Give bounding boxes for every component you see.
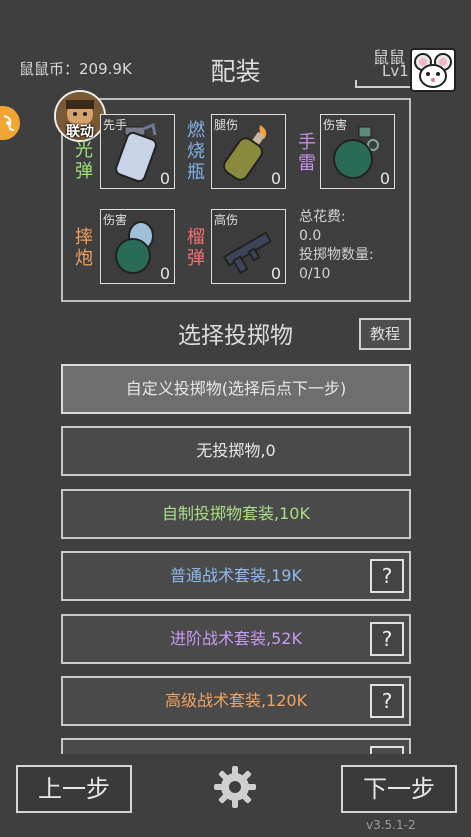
snapper-icon <box>115 221 154 274</box>
slot-label-grenade: 手雷 <box>296 132 318 174</box>
tutorial-button[interactable]: 教程 <box>359 318 411 350</box>
option-homemade-kit[interactable]: 自制投掷物套装,10K <box>61 489 411 539</box>
option-label: 自制投掷物套装,10K <box>162 504 310 523</box>
slot-hand-grenade[interactable]: 伤害 0 <box>320 114 395 189</box>
swirl-icon <box>3 115 15 131</box>
grenade-launcher-icon <box>222 231 273 275</box>
option-advanced-kit[interactable]: 进阶战术套装,52K ? <box>61 614 411 664</box>
help-button[interactable]: ? <box>370 684 404 718</box>
throwable-count-label: 投掷物数量: <box>299 247 374 263</box>
slot-name-text: 光弹 <box>75 140 93 182</box>
user-level: Lv1 <box>382 62 409 80</box>
option-label: 无投掷物,0 <box>196 441 276 460</box>
slot-name-text: 燃烧瓶 <box>187 120 205 183</box>
slot-grenade-launcher[interactable]: 高伤 0 <box>211 209 286 284</box>
slot-snapper[interactable]: 伤害 0 <box>100 209 175 284</box>
option-label: 普通战术套装,19K <box>170 566 302 585</box>
slot-label-snapper: 摔炮 <box>73 227 95 269</box>
option-normal-kit[interactable]: 普通战术套装,19K ? <box>61 551 411 601</box>
slot-count: 0 <box>270 264 281 283</box>
help-button[interactable]: ? <box>370 559 404 593</box>
mouse-avatar-icon <box>414 53 452 88</box>
collab-badge-label: 联动 <box>66 124 94 140</box>
option-custom[interactable]: 自定义投掷物(选择后点下一步) <box>61 364 411 414</box>
option-label: 进阶战术套装,52K <box>170 629 302 648</box>
molotov-icon <box>223 125 267 181</box>
gear-icon <box>214 766 256 808</box>
slot-molotov[interactable]: 腿伤 0 <box>211 114 286 189</box>
slot-count: 0 <box>159 169 170 188</box>
loadout-summary: 总花费: 0.0 投掷物数量: 0/10 <box>299 208 374 284</box>
help-button-partial <box>370 746 404 754</box>
option-elite-kit[interactable]: 高级战术套装,120K ? <box>61 676 411 726</box>
slot-count: 0 <box>270 169 281 188</box>
version-label: v3.5.1-2 <box>366 818 416 832</box>
hand-grenade-icon <box>333 126 379 179</box>
throwable-count-value: 0/10 <box>299 266 331 282</box>
total-cost-value: 0.0 <box>299 228 322 244</box>
slot-label-launcher: 榴弹 <box>185 227 207 269</box>
help-button[interactable]: ? <box>370 622 404 656</box>
slot-count: 0 <box>159 264 170 283</box>
option-label: 自定义投掷物(选择后点下一步) <box>125 379 347 398</box>
option-label: 高级战术套装,120K <box>164 691 308 710</box>
level-underline <box>355 80 412 88</box>
slot-name-text: 榴弹 <box>187 227 205 269</box>
settings-button[interactable] <box>212 764 258 810</box>
slot-flash-grenade[interactable]: 先手 0 <box>100 114 175 189</box>
slot-name-text: 摔炮 <box>75 227 93 269</box>
avatar[interactable] <box>410 48 456 92</box>
total-cost-label: 总花费: <box>299 209 346 225</box>
option-none[interactable]: 无投掷物,0 <box>61 426 411 476</box>
slot-label-flash: 光弹 <box>73 140 95 182</box>
slot-name-text: 手雷 <box>298 132 316 174</box>
prev-step-button[interactable]: 上一步 <box>16 765 132 813</box>
slot-count: 0 <box>379 169 390 188</box>
next-step-button[interactable]: 下一步 <box>341 765 457 813</box>
flash-grenade-icon <box>115 122 157 183</box>
side-drawer-tab[interactable] <box>0 106 20 140</box>
option-partial[interactable] <box>61 738 411 754</box>
slot-label-molotov: 燃烧瓶 <box>185 120 207 183</box>
